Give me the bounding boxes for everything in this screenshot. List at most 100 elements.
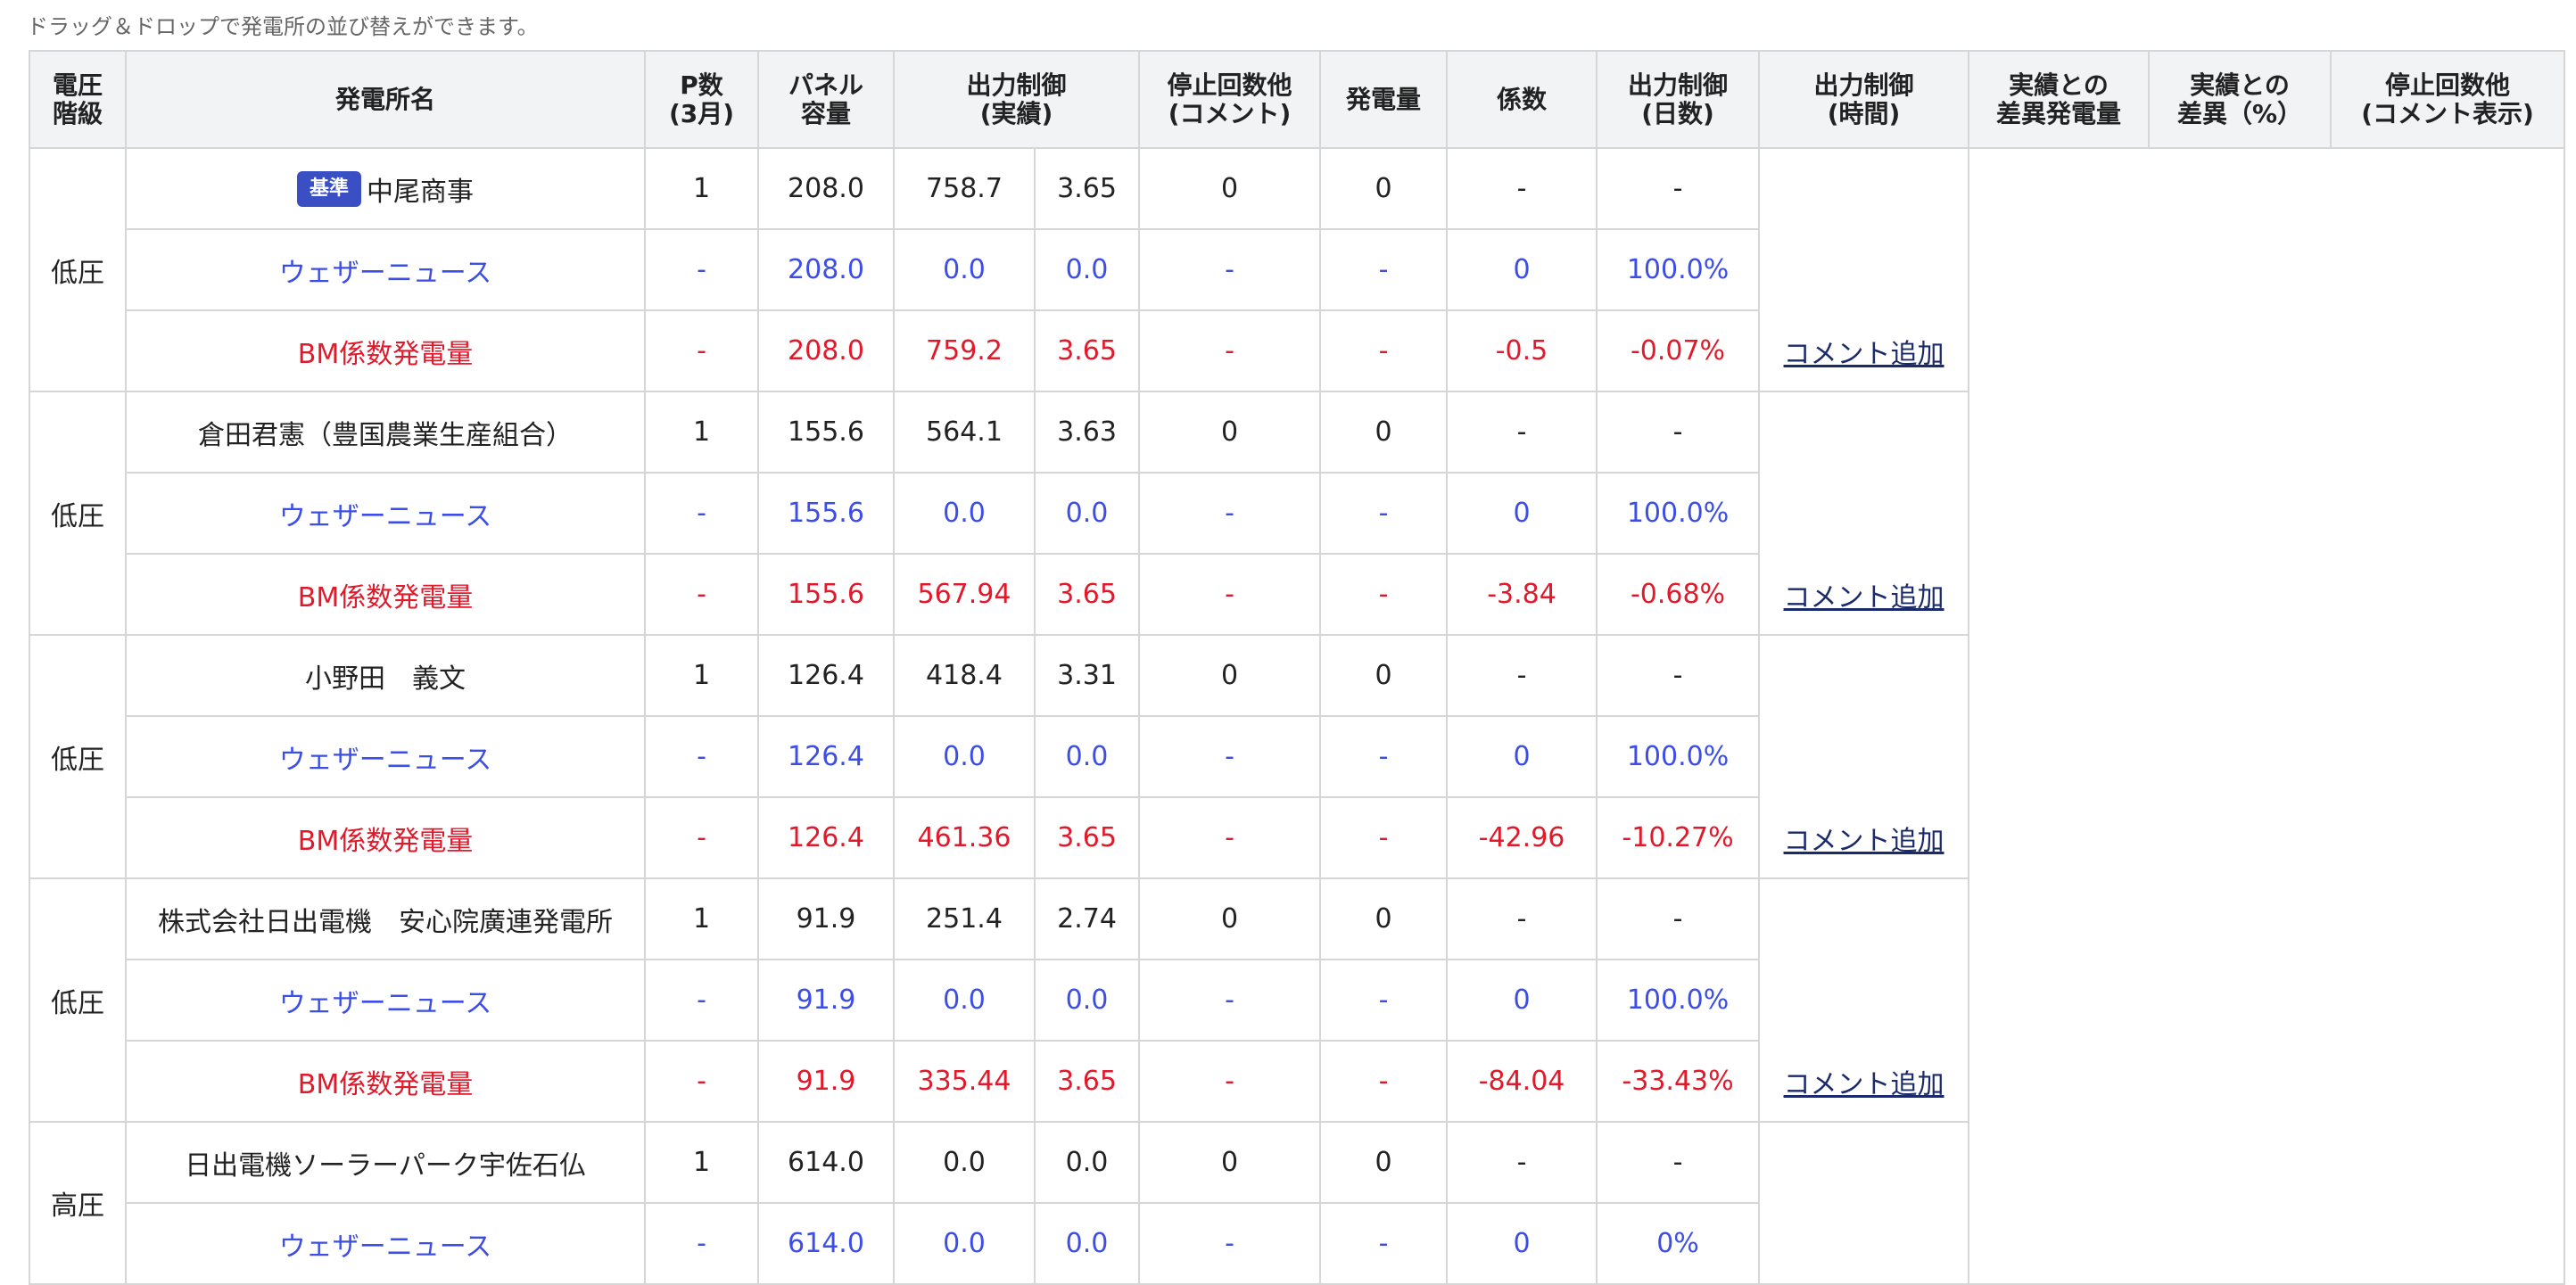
header-diff-percent: 実績との 差異（%） — [2148, 50, 2332, 149]
output-actual-value-cell: 0.0 — [893, 959, 1036, 1042]
generation-cell: - — [1319, 1202, 1449, 1285]
p-count-cell: - — [644, 1202, 759, 1285]
output-actual-ratio-cell: 0.0 — [1033, 472, 1141, 555]
panel-capacity-cell: 91.9 — [757, 1040, 895, 1123]
drag-drop-hint: ドラッグ＆ドロップで発電所の並び替えができます。 — [27, 14, 539, 39]
voltage-class-cell: 低圧 — [29, 391, 127, 636]
row-name-text: BM係数発電量 — [297, 825, 474, 857]
p-count-cell: - — [644, 1040, 759, 1123]
output-actual-value-cell: 564.1 — [893, 391, 1036, 474]
output-actual-ratio-cell: 0.0 — [1033, 228, 1141, 311]
panel-capacity-cell: 155.6 — [757, 553, 895, 636]
output-actual-value-cell: 461.36 — [893, 796, 1036, 879]
plant-name-cell: 基準 中尾商事 — [125, 147, 646, 230]
voltage-class-cell: 高圧 — [29, 1121, 127, 1285]
row-name-text: 日出電機ソーラーパーク宇佐石仏 — [185, 1149, 586, 1182]
panel-capacity-cell: 126.4 — [757, 715, 895, 798]
voltage-class-cell: 低圧 — [29, 634, 127, 879]
header-output-days: 出力制御 (日数) — [1596, 50, 1761, 149]
bm-coef-label-cell: BM係数発電量 — [125, 553, 646, 636]
weathernews-label-cell: ウェザーニュース — [125, 472, 646, 555]
header-output-time: 出力制御 (時間) — [1758, 50, 1970, 149]
voltage-class-cell: 低圧 — [29, 877, 127, 1123]
output-actual-value-cell: 567.94 — [893, 553, 1036, 636]
output-actual-ratio-cell: 3.63 — [1033, 391, 1141, 474]
coefficient-cell: -42.96 — [1446, 796, 1598, 879]
coefficient-cell: -3.84 — [1446, 553, 1598, 636]
header-diff-generation: 実績との 差異発電量 — [1968, 50, 2151, 149]
header-output-time-label: 出力制御 (時間) — [1813, 70, 1914, 128]
generation-cell: - — [1319, 228, 1449, 311]
p-count-cell: 1 — [644, 877, 759, 960]
header-panel: パネル 容量 — [757, 50, 895, 149]
stop-count-cell: - — [1138, 228, 1322, 311]
p-count-cell: - — [644, 309, 759, 392]
add-comment-link[interactable]: コメント追加 — [1784, 826, 1944, 857]
stop-count-cell: - — [1138, 309, 1322, 392]
generation-cell: - — [1319, 309, 1449, 392]
weathernews-label-cell: ウェザーニュース — [125, 715, 646, 798]
header-generation-label: 発電量 — [1346, 84, 1422, 114]
output-days-cell: 100.0% — [1596, 472, 1761, 555]
output-days-cell: 100.0% — [1596, 228, 1761, 311]
output-actual-ratio-cell: 0.0 — [1033, 1121, 1141, 1204]
header-plant-name: 発電所名 — [125, 50, 646, 149]
output-days-cell: -0.68% — [1596, 553, 1761, 636]
row-name-text: BM係数発電量 — [297, 581, 474, 614]
table-body: 低圧 基準 中尾商事 1 208.0 758.7 3.65 0 0- - コメント追加 ウェザーニュー… — [29, 147, 2566, 1285]
coefficient-cell: - — [1446, 634, 1598, 717]
bm-coef-label-cell: BM係数発電量 — [125, 309, 646, 392]
output-days-cell: -33.43% — [1596, 1040, 1761, 1123]
output-days-cell: 100.0% — [1596, 715, 1761, 798]
output-time-cell: コメント追加 — [1758, 634, 1970, 879]
output-actual-ratio-cell: 3.65 — [1033, 1040, 1141, 1123]
generation-cell: - — [1319, 715, 1449, 798]
diff-columns-empty-area — [1968, 147, 2566, 1285]
generation-cell: 0 — [1319, 1121, 1449, 1204]
reference-badge: 基準 — [296, 170, 361, 207]
generation-cell: - — [1319, 472, 1449, 555]
p-count-cell: - — [644, 228, 759, 311]
plant-name-cell: 日出電機ソーラーパーク宇佐石仏 — [125, 1121, 646, 1204]
output-actual-value-cell: 759.2 — [893, 309, 1036, 392]
row-name-text: ウェザーニュース — [278, 500, 492, 532]
power-plant-table: 電圧 階級 発電所名 P数 (3月) パネル 容量 出力制御 (実績) 停止回数… — [29, 50, 2566, 1285]
header-coefficient-label: 係数 — [1497, 84, 1548, 114]
header-row: 電圧 階級 発電所名 P数 (3月) パネル 容量 出力制御 (実績) 停止回数… — [29, 50, 2566, 149]
output-actual-ratio-cell: 3.65 — [1033, 147, 1141, 230]
output-days-cell: - — [1596, 634, 1761, 717]
panel-capacity-cell: 208.0 — [757, 228, 895, 311]
generation-cell: - — [1319, 553, 1449, 636]
header-p-count: P数 (3月) — [644, 50, 759, 149]
add-comment-link[interactable]: コメント追加 — [1784, 1069, 1944, 1100]
stop-count-cell: - — [1138, 1040, 1322, 1123]
panel-capacity-cell: 155.6 — [757, 391, 895, 474]
stop-count-cell: 0 — [1138, 1121, 1322, 1204]
row-name-text: ウェザーニュース — [278, 257, 492, 289]
output-time-cell — [1758, 1121, 1970, 1285]
panel-capacity-cell: 126.4 — [757, 634, 895, 717]
p-count-cell: - — [644, 472, 759, 555]
voltage-class-cell: 低圧 — [29, 147, 127, 392]
output-actual-value-cell: 0.0 — [893, 1121, 1036, 1204]
output-time-cell: コメント追加 — [1758, 877, 1970, 1123]
output-actual-ratio-cell: 3.31 — [1033, 634, 1141, 717]
output-time-cell: コメント追加 — [1758, 147, 1970, 392]
table-row[interactable]: 低圧 基準 中尾商事 1 208.0 758.7 3.65 0 0- - コメント追加 — [29, 147, 2566, 1285]
header-p-count-label: P数 (3月) — [668, 70, 735, 128]
row-name-text: BM係数発電量 — [297, 1068, 474, 1100]
add-comment-link[interactable]: コメント追加 — [1784, 339, 1944, 370]
header-output-actual: 出力制御 (実績) — [892, 50, 1141, 149]
stop-count-cell: - — [1138, 715, 1322, 798]
weathernews-label-cell: ウェザーニュース — [125, 959, 646, 1042]
output-actual-value-cell: 0.0 — [893, 1202, 1036, 1285]
stop-count-cell: - — [1138, 959, 1322, 1042]
add-comment-link[interactable]: コメント追加 — [1784, 582, 1944, 614]
p-count-cell: - — [644, 796, 759, 879]
panel-capacity-cell: 614.0 — [757, 1121, 895, 1204]
generation-cell: - — [1319, 796, 1449, 879]
header-diff-percent-label: 実績との 差異（%） — [2176, 70, 2303, 128]
p-count-cell: - — [644, 553, 759, 636]
output-actual-ratio-cell: 0.0 — [1033, 1202, 1141, 1285]
stop-count-cell: - — [1138, 1202, 1322, 1285]
